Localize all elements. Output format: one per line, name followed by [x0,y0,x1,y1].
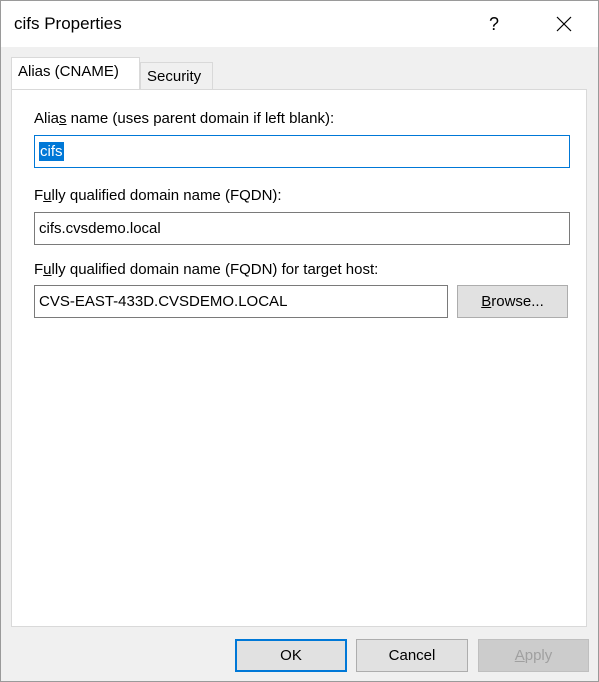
alias-name-label: Alias name (uses parent domain if left b… [34,110,335,127]
close-button[interactable] [541,1,587,47]
close-icon [556,16,572,32]
target-host-value: CVS-EAST-433D.CVSDEMO.LOCAL [39,293,288,310]
apply-label: A [514,647,525,664]
cancel-button[interactable]: Cancel [356,639,468,672]
target-host-label: Fully qualified domain name (FQDN) for t… [34,261,379,278]
apply-button[interactable]: Apply [478,639,589,672]
alias-name-value: cifs [39,142,64,161]
ok-button[interactable]: OK [235,639,347,672]
tab-label: Security [147,68,202,85]
tab-label: Alias (CNAME) [18,63,119,80]
help-icon: ? [488,13,499,34]
cancel-label: Cancel [388,647,436,664]
window-title: cifs Properties [14,14,122,33]
title-bar: cifs Properties ? [1,1,598,47]
target-host-input[interactable]: CVS-EAST-433D.CVSDEMO.LOCAL [34,285,448,318]
properties-dialog: cifs Properties ? Alias (CNAME) Security… [0,0,599,682]
fqdn-input[interactable]: cifs.cvsdemo.local [34,212,570,245]
fqdn-value: cifs.cvsdemo.local [39,220,161,237]
browse-label: B [481,293,492,310]
browse-button[interactable]: Browse... [457,285,568,318]
tab-security[interactable]: Security [140,62,213,89]
tab-alias-cname[interactable]: Alias (CNAME) [11,57,140,89]
alias-name-input[interactable]: cifs [34,135,570,168]
help-button[interactable]: ? [471,1,517,47]
fqdn-label: Fully qualified domain name (FQDN): [34,187,282,204]
ok-label: OK [280,647,302,664]
alias-panel: Alias name (uses parent domain if left b… [11,89,587,627]
